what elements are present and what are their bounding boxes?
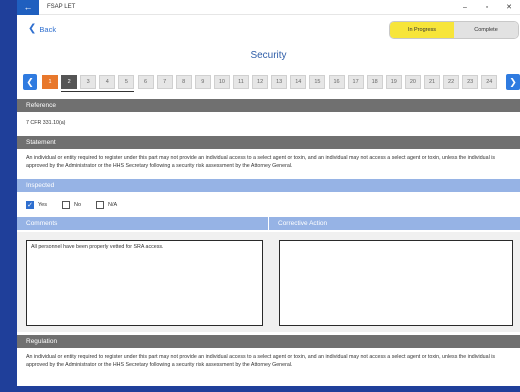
page-number-3[interactable]: 3: [80, 75, 97, 89]
status-complete-button[interactable]: Complete: [454, 22, 518, 38]
pager-next-button[interactable]: ❯: [506, 74, 520, 90]
comments-corrective-header: Comments Corrective Action: [17, 217, 520, 230]
page-number-7[interactable]: 7: [156, 75, 173, 89]
page-number-20[interactable]: 20: [404, 75, 421, 89]
regulation-header: Regulation: [17, 335, 520, 348]
no-checkbox[interactable]: [61, 201, 70, 209]
na-label: N/A: [108, 202, 118, 208]
page-number-22[interactable]: 22: [443, 75, 460, 89]
window-title: FSAP LET: [47, 4, 76, 10]
page-number-16[interactable]: 16: [328, 75, 345, 89]
app-window: ← FSAP LET – ▫ ✕ ❮ Back In Progress Comp…: [17, 0, 520, 386]
no-label: No: [73, 202, 82, 208]
page-number-13[interactable]: 13: [271, 75, 288, 89]
status-toggle: In Progress Complete: [389, 21, 519, 39]
pager-prev-button[interactable]: ❮: [23, 74, 37, 90]
yes-label: Yes: [38, 202, 47, 208]
top-bar: ❮ Back In Progress Complete: [17, 15, 520, 45]
back-button[interactable]: ❮ Back: [28, 24, 56, 34]
page-number-9[interactable]: 9: [194, 75, 211, 89]
page-number-19[interactable]: 19: [385, 75, 402, 89]
page-number-8[interactable]: 8: [175, 75, 192, 89]
page-number-10[interactable]: 10: [213, 75, 230, 89]
comments-header: Comments: [17, 217, 268, 230]
status-in-progress-button[interactable]: In Progress: [390, 22, 454, 38]
page-group-underline: [61, 91, 135, 92]
page-number-18[interactable]: 18: [366, 75, 383, 89]
statement-header: Statement: [17, 136, 520, 149]
back-label: Back: [39, 24, 57, 34]
page-number-1[interactable]: 1: [42, 75, 58, 89]
page-number-23[interactable]: 23: [462, 75, 479, 89]
corrective-action-textarea[interactable]: [279, 240, 513, 326]
page-number-4[interactable]: 4: [99, 75, 116, 89]
minimize-button[interactable]: –: [454, 4, 476, 11]
page-number-6[interactable]: 6: [137, 75, 154, 89]
corrective-action-header: Corrective Action: [268, 217, 520, 230]
titlebar-back-button[interactable]: ←: [17, 0, 39, 15]
inspected-options: ✓ Yes No N/A: [26, 200, 132, 210]
statement-text: An individual or entity required to regi…: [26, 155, 496, 169]
page-number-12[interactable]: 12: [252, 75, 269, 89]
reference-header: Reference: [17, 99, 520, 112]
page-number-24[interactable]: 24: [481, 75, 498, 89]
page-number-5[interactable]: 5: [118, 75, 135, 89]
reference-value: 7 CFR 331.10(a): [26, 120, 66, 126]
page-number-21[interactable]: 21: [424, 75, 440, 89]
check-icon: ✓: [27, 201, 33, 209]
yes-checkbox[interactable]: ✓: [26, 201, 34, 209]
na-checkbox[interactable]: [96, 201, 105, 209]
page-number-2[interactable]: 2: [61, 75, 78, 89]
inspected-header: Inspected: [17, 179, 520, 192]
page-navigator: ❮ ❯ 1 2 3 4 5 6 7 8 9 10 11 12 13 14 15 16 17 18 19 20 21 22 2…: [23, 74, 520, 92]
page-number-14[interactable]: 14: [290, 75, 307, 89]
page-number-17[interactable]: 17: [347, 75, 364, 89]
comments-textarea[interactable]: All personnel have been properly vetted …: [26, 240, 263, 326]
page-number-15[interactable]: 15: [309, 75, 326, 89]
title-bar: ← FSAP LET – ▫ ✕: [17, 0, 520, 15]
regulation-text: An individual or entity required to regi…: [26, 354, 496, 368]
page-title: Security: [250, 50, 287, 61]
maximize-button[interactable]: ▫: [476, 4, 498, 11]
close-button[interactable]: ✕: [498, 3, 520, 11]
chevron-left-icon: ❮: [28, 23, 37, 34]
page-number-11[interactable]: 11: [233, 75, 249, 89]
